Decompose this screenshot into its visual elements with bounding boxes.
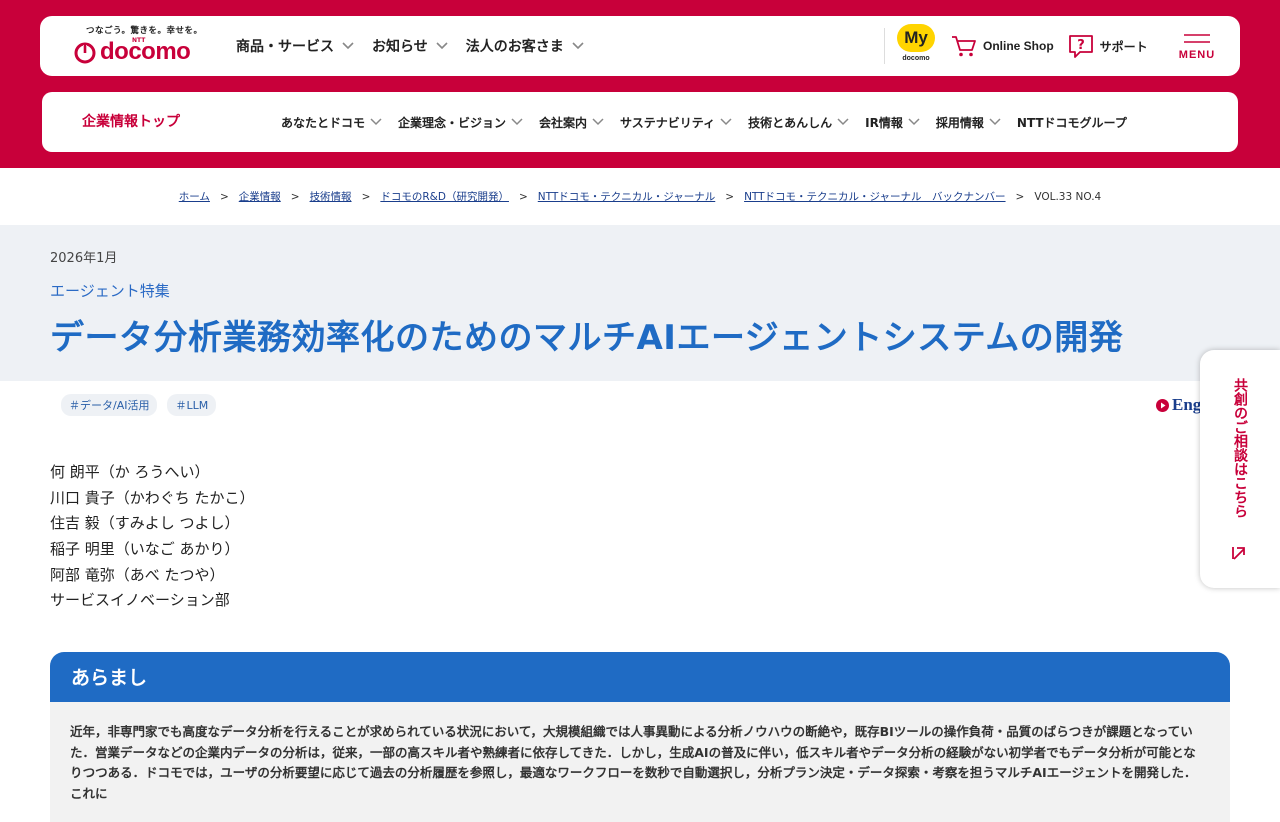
breadcrumb: ホーム > 企業情報 > 技術情報 > ドコモのR&D（研究開発） > NTTド… [0,168,1280,225]
corp-nav-label: あなたとドコモ [281,115,366,130]
tag-data-ai[interactable]: ＃データ/AI活用 [61,394,158,416]
corp-nav-label: NTTドコモグループ [1016,115,1127,130]
corporate-nav-items: あなたとドコモ 企業理念・ビジョン 会社案内 サステナビリティ 技術とあんしん … [281,92,1143,152]
my-docomo-badge: My [897,24,935,52]
english-label: Eng [1172,395,1202,414]
article-header: 2026年1月 エージェント特集 データ分析業務効率化のためのマルチAIエージェ… [0,225,1280,381]
author-name: 川口 貴子（かわぐち たかこ） [50,488,255,507]
breadcrumb-current: VOL.33 NO.4 [1034,190,1102,203]
my-docomo-sub: docomo [902,55,930,62]
my-docomo-button[interactable]: My docomo [895,24,937,68]
tag-llm[interactable]: ＃LLM [167,394,217,416]
summary-text: 近年，非専門家でも高度なデータ分析を行えることが求められている状況において，大規… [70,724,1197,801]
docomo-logo[interactable]: つなごう。驚きを。幸せを。 NTT docomo [74,24,204,70]
chevron-down-icon [592,118,604,126]
logo-tagline: つなごう。驚きを。幸せを。 [86,26,203,36]
breadcrumb-separator: > [1015,190,1025,203]
corporate-nav: 企業情報トップ あなたとドコモ 企業理念・ビジョン 会社案内 サステナビリティ … [42,92,1238,152]
menu-label: MENU [1178,49,1216,61]
external-arrow-icon [1232,547,1245,560]
chevron-down-icon [989,118,1001,126]
chevron-down-icon [370,118,382,126]
chevron-down-icon [908,118,920,126]
chevron-down-icon [837,118,849,126]
breadcrumb-rnd[interactable]: ドコモのR&D（研究開発） [380,189,509,204]
corp-nav-philosophy[interactable]: 企業理念・ビジョン [398,114,523,131]
help-icon: ? [1068,35,1093,58]
chevron-down-icon [436,42,448,50]
chevron-down-icon [720,118,732,126]
hamburger-icon [1184,34,1210,43]
main-nav-products[interactable]: 商品・サービス [236,36,354,56]
corp-nav-label: 技術とあんしん [748,115,833,130]
summary-heading: あらまし [71,667,148,689]
breadcrumb-separator: > [518,190,528,203]
corp-nav-sustainability[interactable]: サステナビリティ [620,114,732,131]
chevron-down-icon [511,118,523,126]
breadcrumb-separator: > [219,190,229,203]
support-link[interactable]: ? サポート [1068,33,1148,59]
online-shop-label: Online Shop [983,39,1054,53]
corporate-top-link[interactable]: 企業情報トップ [82,92,180,152]
online-shop-link[interactable]: Online Shop [951,34,1054,58]
main-nav-business[interactable]: 法人のお客さま [466,36,584,56]
breadcrumb-journal[interactable]: NTTドコモ・テクニカル・ジャーナル [538,189,715,204]
main-nav-news[interactable]: お知らせ [372,36,448,56]
divider [884,28,885,64]
chevron-down-icon [342,42,354,50]
feature-label: エージェント特集 [50,282,170,300]
consult-label: 共創のご相談はこちら [1232,378,1248,518]
breadcrumb-separator: > [290,190,300,203]
main-nav-label: お知らせ [372,39,428,55]
breadcrumb-separator: > [725,190,735,203]
chevron-down-icon [572,42,584,50]
corp-nav-recruit[interactable]: 採用情報 [936,114,1001,131]
corp-nav-company[interactable]: 会社案内 [539,114,604,131]
author-name: 住吉 毅（すみよし つよし） [50,514,240,533]
corp-nav-ir[interactable]: IR情報 [865,114,920,131]
main-nav-label: 商品・サービス [236,39,334,55]
cart-icon [952,36,976,57]
logo-text: docomo [100,38,191,65]
play-circle-icon [1156,398,1169,412]
corp-nav-technology[interactable]: 技術とあんしん [748,114,849,131]
breadcrumb-separator: > [361,190,371,203]
corp-nav-label: 会社案内 [539,115,588,130]
support-label: サポート [1099,39,1148,54]
breadcrumb-backnumber[interactable]: NTTドコモ・テクニカル・ジャーナル バックナンバー [744,189,1005,204]
breadcrumb-technology[interactable]: 技術情報 [310,189,352,204]
menu-button[interactable]: MENU [1172,30,1222,66]
author-name: 何 朗平（か ろうへい） [50,463,210,481]
breadcrumb-home[interactable]: ホーム [179,189,210,204]
author-name: 阿部 竜弥（あべ たつや） [50,565,225,584]
author-list: 何 朗平（か ろうへい） 川口 貴子（かわぐち たかこ） 住吉 毅（すみよし つ… [50,460,255,614]
corp-nav-group[interactable]: NTTドコモグループ [1017,114,1127,131]
corp-nav-label: 企業理念・ビジョン [398,115,507,130]
article-title: データ分析業務効率化のためのマルチAIエージェントシステムの開発 [50,318,1124,358]
summary-header: あらまし [50,652,1230,702]
english-link[interactable]: Eng [1156,395,1201,415]
tag-list: ＃データ/AI活用 ＃LLM [61,394,226,416]
global-header: つなごう。驚きを。幸せを。 NTT docomo 商品・サービス お知らせ 法人… [40,16,1240,76]
corp-nav-label: IR情報 [865,115,903,130]
docomo-mark-icon [74,42,96,64]
co-creation-consult-tab[interactable]: 共創のご相談はこちら [1200,350,1280,588]
header-utilities: My docomo Online Shop ? サポート [884,16,1162,76]
svg-text:?: ? [1077,38,1085,53]
author-department: サービスイノベーション部 [50,591,230,610]
corp-nav-label: 採用情報 [935,115,984,130]
corp-nav-label: サステナビリティ [620,115,716,130]
author-name: 稲子 明里（いなご あかり） [50,540,240,559]
breadcrumb-corporate[interactable]: 企業情報 [239,189,281,204]
main-nav-label: 法人のお客さま [465,39,564,55]
article-date: 2026年1月 [50,251,118,266]
main-nav: 商品・サービス お知らせ 法人のお客さま [236,16,602,76]
summary-body: 近年，非専門家でも高度なデータ分析を行えることが求められている状況において，大規… [50,702,1230,822]
corp-nav-you-and-docomo[interactable]: あなたとドコモ [281,114,382,131]
